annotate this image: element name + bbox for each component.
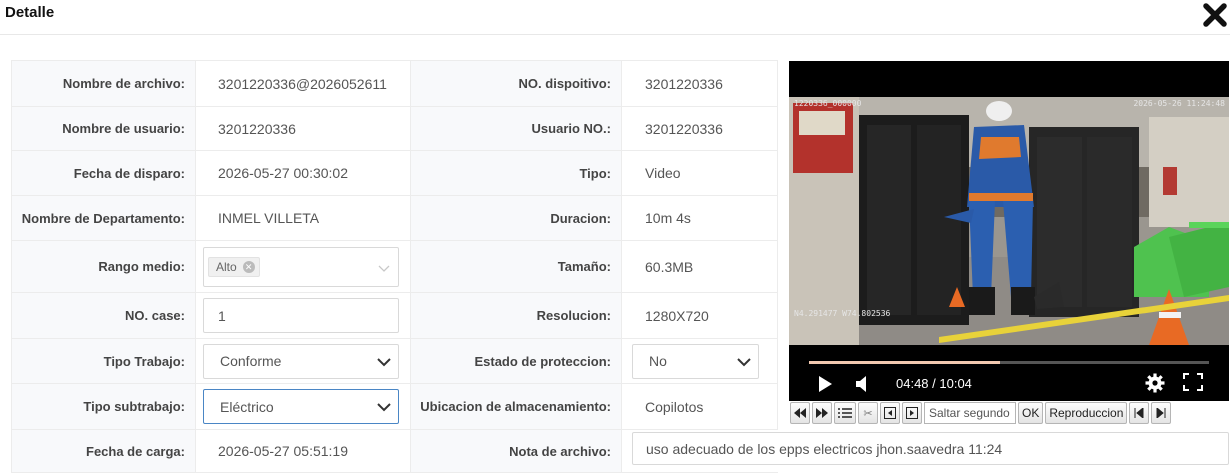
- value-type: Video: [645, 165, 681, 181]
- value-duration: 10m 4s: [645, 210, 691, 226]
- value-resolution: 1280X720: [645, 307, 709, 324]
- label-duration: Duracion:: [411, 196, 622, 240]
- protection-state-value: No: [649, 353, 667, 369]
- table-row: Rango medio: Alto ✕ Tamaño: 60.3MB: [12, 241, 778, 293]
- fast-forward-icon: [816, 408, 828, 418]
- video-progress-bar[interactable]: [809, 361, 1209, 364]
- label-risk-range: Rango medio:: [12, 241, 196, 292]
- playback-toolbar: ✂ Saltar segundo OK Reproduccion: [789, 401, 1229, 425]
- label-file-note: Nota de archivo:: [411, 430, 622, 472]
- risk-range-select[interactable]: Alto ✕: [203, 246, 399, 287]
- video-time: 04:48 / 10:04: [896, 376, 972, 391]
- jump-seconds-input[interactable]: Saltar segundo: [924, 402, 1016, 424]
- dialog-header: Detalle: [0, 0, 1230, 35]
- list-icon: [838, 408, 852, 418]
- osd-device-id: 1220336_000000: [794, 99, 862, 108]
- chevron-down-icon: [378, 265, 390, 272]
- video-player[interactable]: 1220336_000000 2026-05-26 11:24:48 N4.29…: [789, 61, 1229, 401]
- table-row: Nombre de usuario: 3201220336 Usuario NO…: [12, 107, 778, 151]
- label-case-no: NO. case:: [12, 293, 196, 338]
- next-frame-button[interactable]: [902, 402, 922, 424]
- skip-start-icon: [1134, 408, 1144, 418]
- gear-icon[interactable]: [1145, 373, 1165, 393]
- next-frame-icon: [906, 407, 918, 419]
- label-type: Tipo:: [411, 151, 622, 195]
- table-row: Nombre de Departamento: INMEL VILLETA Du…: [12, 196, 778, 241]
- volume-icon[interactable]: [855, 376, 869, 392]
- reproduccion-button[interactable]: Reproduccion: [1045, 402, 1128, 424]
- chevron-down-icon: [377, 403, 391, 412]
- table-row: Tipo Trabajo: Conforme Estado de protecc…: [12, 339, 778, 384]
- detail-table: Nombre de archivo: 3201220336@2026052611…: [11, 60, 778, 473]
- value-file-name: 3201220336@2026052611: [218, 75, 387, 92]
- first-button[interactable]: [1129, 402, 1150, 424]
- chevron-down-icon: [377, 357, 391, 366]
- value-department: INMEL VILLETA: [218, 210, 320, 226]
- chevron-down-icon: [737, 357, 751, 366]
- risk-tag-label: Alto: [216, 259, 237, 274]
- risk-tag: Alto ✕: [208, 256, 260, 277]
- table-row: Fecha de disparo: 2026-05-27 00:30:02 Ti…: [12, 151, 778, 196]
- close-icon[interactable]: [1202, 2, 1228, 28]
- fullscreen-icon[interactable]: [1183, 373, 1203, 391]
- tag-remove-icon[interactable]: ✕: [242, 260, 255, 273]
- ok-button[interactable]: OK: [1018, 402, 1044, 424]
- video-frame: [789, 97, 1229, 345]
- work-subtype-select[interactable]: Eléctrico: [203, 389, 399, 424]
- label-work-subtype: Tipo subtrabajo:: [12, 384, 196, 429]
- label-department: Nombre de Departamento:: [12, 196, 196, 240]
- work-type-select[interactable]: Conforme: [203, 343, 399, 379]
- label-device-no: NO. dispoitivo:: [411, 61, 622, 106]
- dialog-title: Detalle: [5, 4, 55, 21]
- list-button[interactable]: [834, 402, 856, 424]
- value-upload-date: 2026-05-27 05:51:19: [218, 443, 348, 459]
- rewind-button[interactable]: [790, 402, 810, 424]
- osd-timestamp: 2026-05-26 11:24:48: [1133, 99, 1225, 108]
- label-upload-date: Fecha de carga:: [12, 430, 196, 472]
- label-trigger-date: Fecha de disparo:: [12, 151, 196, 195]
- work-type-value: Conforme: [220, 353, 282, 369]
- value-user-name: 3201220336: [218, 120, 296, 137]
- table-row: Nombre de archivo: 3201220336@2026052611…: [12, 61, 778, 107]
- label-user-name: Nombre de usuario:: [12, 107, 196, 150]
- last-button[interactable]: [1151, 402, 1172, 424]
- scissors-icon: ✂: [863, 407, 873, 420]
- rewind-icon: [794, 408, 806, 418]
- skip-end-icon: [1156, 408, 1166, 418]
- label-resolution: Resolucion:: [411, 293, 622, 338]
- label-work-type: Tipo Trabajo:: [12, 339, 196, 383]
- value-storage-location: Copilotos: [645, 398, 704, 415]
- label-file-name: Nombre de archivo:: [12, 61, 196, 106]
- value-size: 60.3MB: [645, 258, 694, 275]
- osd-coordinates: N4.291477 W74.802536: [794, 309, 891, 318]
- value-user-no: 3201220336: [645, 120, 723, 137]
- play-icon[interactable]: [817, 375, 833, 393]
- video-progress-fill: [809, 361, 1000, 364]
- value-device-no: 3201220336: [645, 75, 723, 92]
- label-size: Tamaño:: [411, 241, 622, 292]
- protection-state-select[interactable]: No: [632, 343, 759, 379]
- table-row: NO. case: 1 Resolucion: 1280X720: [12, 293, 778, 339]
- table-row: Tipo subtrabajo: Eléctrico Ubicacion de …: [12, 384, 778, 430]
- clip-button[interactable]: ✂: [858, 402, 878, 424]
- value-trigger-date: 2026-05-27 00:30:02: [218, 165, 348, 181]
- label-user-no: Usuario NO.:: [411, 107, 622, 150]
- case-no-input[interactable]: 1: [203, 298, 399, 333]
- fast-forward-button[interactable]: [812, 402, 832, 424]
- work-subtype-value: Eléctrico: [220, 398, 274, 415]
- label-protection-state: Estado de proteccion:: [411, 339, 622, 383]
- prev-frame-icon: [884, 407, 896, 419]
- file-note-input[interactable]: uso adecuado de los epps electricos jhon…: [632, 432, 1229, 465]
- label-storage-location: Ubicacion de almacenamiento:: [411, 384, 622, 429]
- prev-frame-button[interactable]: [880, 402, 900, 424]
